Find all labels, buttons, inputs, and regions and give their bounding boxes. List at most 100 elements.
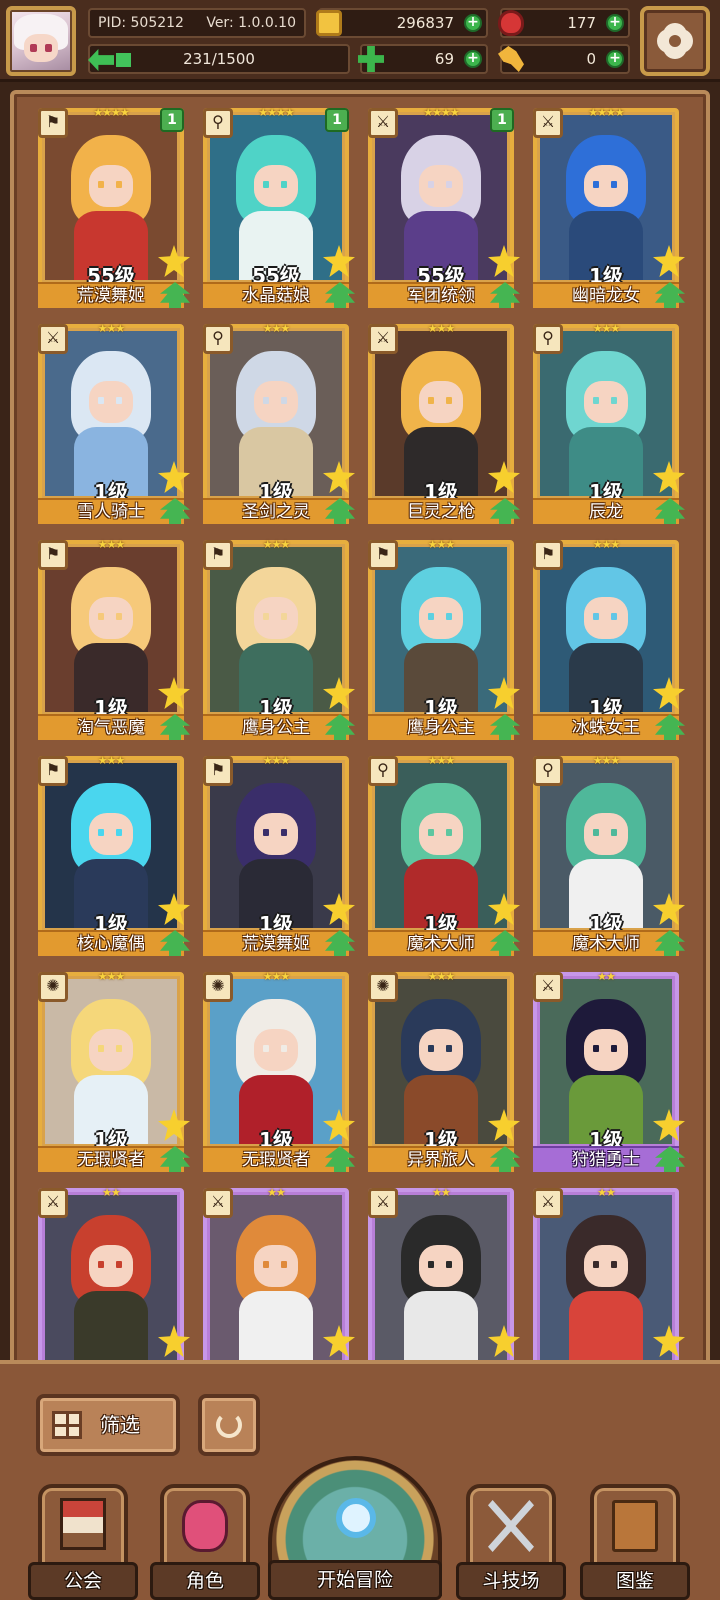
character-name: 魔术大师 — [533, 930, 679, 956]
character-name: 淘气恶魔 — [38, 714, 184, 740]
portrait-body — [569, 1290, 643, 1360]
character-card[interactable]: ⚲ ★★★ 1级 辰龙 — [533, 322, 685, 524]
character-card[interactable]: ✺ ★★★ 1级 无瑕贤者 — [203, 970, 355, 1172]
rarity-stars: ★★★ — [97, 970, 126, 983]
character-card[interactable]: ⚔ ★★★★ 1级 幽暗龙女 — [533, 106, 685, 308]
add-gem-button[interactable]: + — [606, 14, 624, 32]
portrait-eye — [116, 613, 123, 620]
character-card[interactable]: ⚔ ★★ — [203, 1186, 355, 1366]
character-portrait — [45, 115, 177, 280]
portrait-eye — [281, 181, 288, 188]
count-badge: 1 — [160, 108, 184, 132]
character-name: 核心魔偶 — [38, 930, 184, 956]
portrait-eye — [446, 1261, 453, 1268]
portrait-eye — [446, 613, 453, 620]
nav-guild[interactable]: 公会 — [28, 1472, 138, 1600]
character-card[interactable]: ⚲ ★★★ 1级 魔术大师 — [368, 754, 520, 956]
refresh-button[interactable] — [198, 1394, 260, 1456]
character-card[interactable]: ⚑ ★★★ 1级 核心魔偶 — [38, 754, 190, 956]
portrait-body — [74, 1290, 148, 1360]
portrait-eye — [97, 1045, 104, 1052]
character-card[interactable]: ⚑ ★★★ 1级 鹰身公主 — [368, 538, 520, 740]
player-avatar[interactable] — [6, 6, 76, 76]
portrait-face — [418, 1028, 464, 1072]
character-portrait — [210, 115, 342, 280]
character-card[interactable]: ⚔ ★★ 1级 狩猎勇士 — [533, 970, 685, 1172]
portrait-eye — [262, 181, 269, 188]
character-name: 军团统领 — [368, 282, 514, 308]
portrait-eye — [611, 397, 618, 404]
character-card[interactable]: ✺ ★★★ 1级 无瑕贤者 — [38, 970, 190, 1172]
add-gold-button[interactable]: + — [464, 14, 482, 32]
character-name: 辰龙 — [533, 498, 679, 524]
exp-text: 231/1500 — [183, 50, 255, 68]
portrait-eye — [97, 181, 104, 188]
refresh-icon — [216, 1412, 242, 1438]
character-card[interactable]: ⚔ ★★ — [368, 1186, 520, 1366]
character-name: 幽暗龙女 — [533, 282, 679, 308]
rarity-stars: ★★★ — [427, 754, 456, 767]
pid-version-box: PID: 505212 Ver: 1.0.0.10 — [88, 8, 306, 38]
rarity-stars: ★★★ — [262, 322, 291, 335]
clover-icon — [358, 46, 384, 72]
portrait-face — [583, 812, 629, 856]
character-card[interactable]: ⚑ ★★★ 1级 淘气恶魔 — [38, 538, 190, 740]
add-clover-button[interactable]: + — [464, 50, 482, 68]
rarity-stars: ★★ — [597, 1186, 616, 1199]
portrait-eye — [446, 829, 453, 836]
character-card[interactable]: ⚔ ★★ — [533, 1186, 685, 1366]
portrait-face — [88, 596, 134, 640]
character-card[interactable]: ⚑ ★★★ 1级 荒漠舞姬 — [203, 754, 355, 956]
character-card[interactable]: ⚑ ★★★ 1级 冰蛛女王 — [533, 538, 685, 740]
portrait-eye — [427, 1045, 434, 1052]
portrait-eye — [281, 613, 288, 620]
character-card[interactable]: ⚔ ★★ — [38, 1186, 190, 1366]
portrait-eye — [262, 829, 269, 836]
filter-button[interactable]: 筛选 — [36, 1394, 180, 1456]
portrait-eye — [262, 613, 269, 620]
nav-codex[interactable]: 图鉴 — [580, 1472, 690, 1600]
portrait-body — [239, 1290, 313, 1360]
character-portrait — [45, 1195, 177, 1360]
character-name: 无瑕贤者 — [38, 1146, 184, 1172]
character-card[interactable]: ⚲ ★★★ 1级 圣剑之灵 — [203, 322, 355, 524]
character-portrait — [375, 1195, 507, 1360]
key-icon — [498, 46, 524, 72]
nav-role[interactable]: 角色 — [150, 1472, 260, 1600]
portrait-face — [253, 164, 299, 208]
character-card[interactable]: ✺ ★★★ 1级 异界旅人 — [368, 970, 520, 1172]
start-adventure-button[interactable]: 开始冒险 — [268, 1456, 442, 1600]
character-card[interactable]: ⚲ ★★★ 1级 魔术大师 — [533, 754, 685, 956]
character-card[interactable]: ⚔ ★★★★ 1 55级 军团统领 — [368, 106, 520, 308]
rarity-stars: ★★★ — [592, 538, 621, 551]
character-card[interactable]: ⚑ ★★★★ 1 55级 荒漠舞姬 — [38, 106, 190, 308]
rarity-stars: ★★★ — [97, 538, 126, 551]
portrait-eye — [262, 1261, 269, 1268]
nav-arena[interactable]: 斗技场 — [456, 1472, 566, 1600]
gem-value: 177 — [567, 14, 596, 32]
portrait-eye — [592, 829, 599, 836]
rarity-stars: ★★ — [432, 1186, 451, 1199]
character-card[interactable]: ⚲ ★★★★ 1 55级 水晶菇娘 — [203, 106, 355, 308]
nav-guild-frame — [38, 1484, 128, 1570]
character-portrait — [375, 979, 507, 1144]
portrait-eye — [97, 1261, 104, 1268]
portrait-eye — [592, 181, 599, 188]
gear-icon — [661, 27, 689, 55]
settings-button[interactable] — [640, 6, 710, 76]
character-name: 荒漠舞姬 — [38, 282, 184, 308]
crossed-swords-icon — [488, 1500, 534, 1552]
character-card[interactable]: ⚔ ★★★ 1级 巨灵之枪 — [368, 322, 520, 524]
gold-value: 296837 — [396, 14, 454, 32]
rarity-stars: ★★ — [267, 1186, 286, 1199]
character-name: 雪人骑士 — [38, 498, 184, 524]
portrait-eye — [116, 1261, 123, 1268]
character-portrait — [45, 763, 177, 928]
rarity-stars: ★★ — [102, 1186, 121, 1199]
character-card[interactable]: ⚔ ★★★ 1级 雪人骑士 — [38, 322, 190, 524]
gold-counter: 296837 + — [316, 8, 488, 38]
rarity-stars: ★★★ — [592, 322, 621, 335]
character-card[interactable]: ⚑ ★★★ 1级 鹰身公主 — [203, 538, 355, 740]
add-key-button[interactable]: + — [606, 50, 624, 68]
portrait-face — [253, 1244, 299, 1288]
